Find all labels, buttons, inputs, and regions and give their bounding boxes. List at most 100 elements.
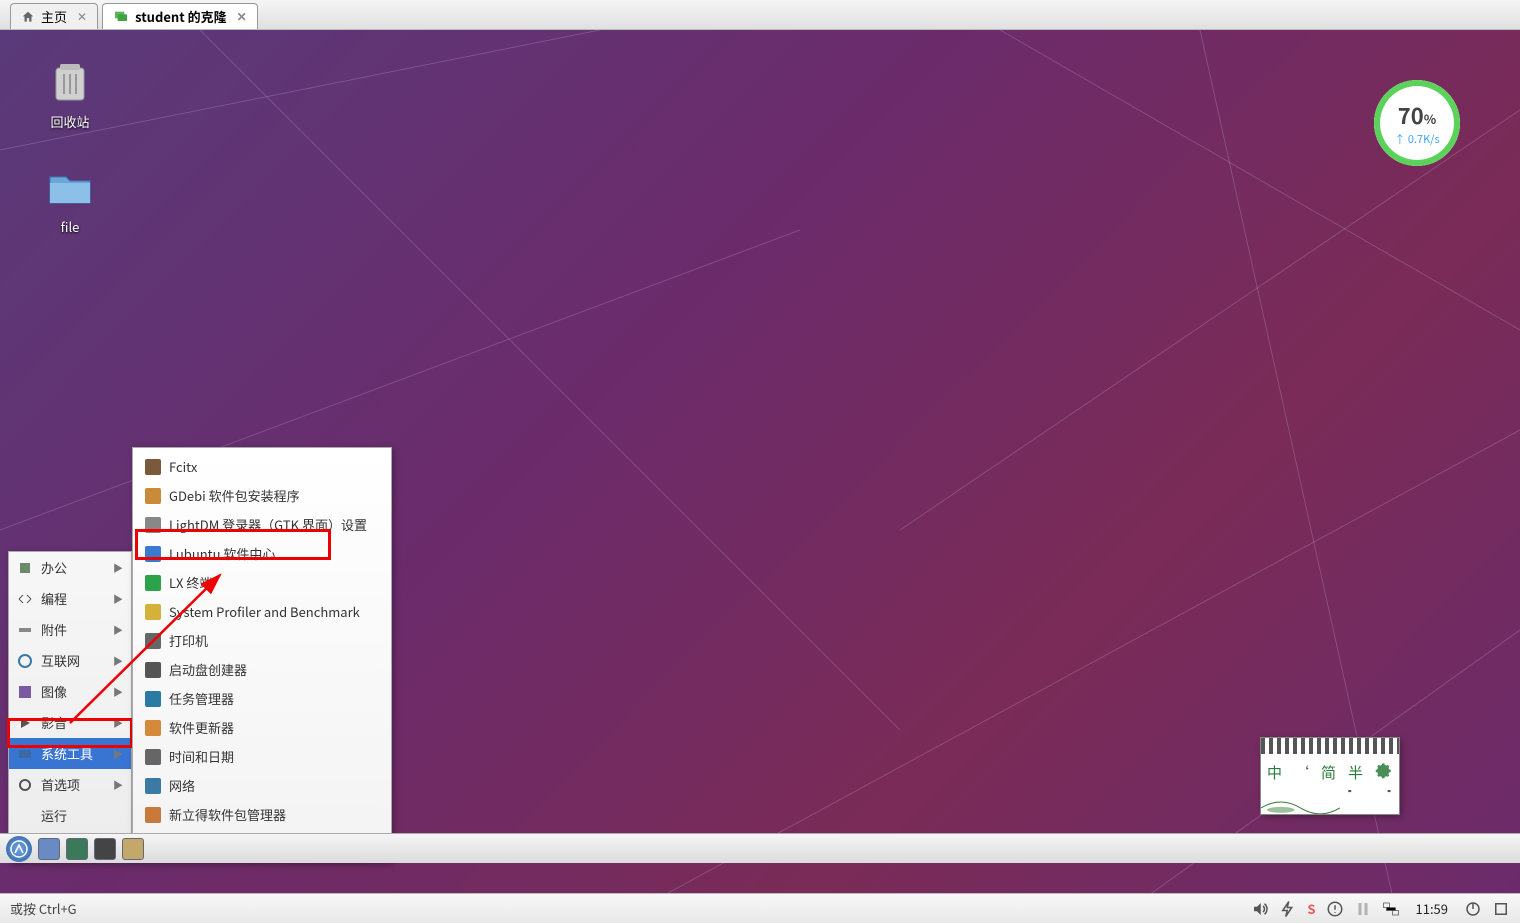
submenu-arrow-icon: ▶: [113, 684, 123, 699]
app-icon: [145, 720, 161, 736]
app-icon: [145, 778, 161, 794]
menu-category-label: 编程: [41, 589, 67, 608]
ime-ban[interactable]: 半: [1348, 762, 1363, 783]
ime-jian[interactable]: 简: [1321, 762, 1336, 783]
ime-zhong[interactable]: 中: [1267, 762, 1282, 783]
prefs-icon: [17, 777, 33, 793]
home-icon: [21, 10, 35, 24]
sogou-tray-icon[interactable]: S: [1307, 899, 1315, 918]
app-icon: [145, 488, 161, 504]
menu-category-label: 互联网: [41, 651, 80, 670]
lxde-panel: [0, 833, 1520, 863]
desktop-icon-file[interactable]: file: [30, 165, 110, 236]
tab-home-close[interactable]: ✕: [77, 8, 87, 25]
volume-icon[interactable]: [1251, 900, 1269, 918]
desktop-icon-file-label: file: [30, 217, 110, 236]
host-clock[interactable]: 11:59: [1416, 899, 1448, 918]
quicklaunch-terminal[interactable]: [94, 838, 116, 860]
desktop-icon-trash-label: 回收站: [30, 112, 110, 131]
shutdown-icon[interactable]: [1464, 900, 1482, 918]
tab-vm-label: student 的克隆: [135, 7, 227, 26]
tab-vm[interactable]: student 的克隆 ✕: [102, 3, 258, 29]
network-icon[interactable]: [1382, 900, 1400, 918]
menu-category-media[interactable]: 影音▶: [9, 707, 131, 738]
submenu-item-label: 新立得软件包管理器: [169, 805, 286, 824]
submenu-item[interactable]: LightDM 登录器（GTK 界面）设置: [133, 510, 391, 539]
tab-home[interactable]: 主页 ✕: [10, 3, 98, 29]
maximize-icon[interactable]: [1492, 900, 1510, 918]
menu-category-prefs[interactable]: 首选项▶: [9, 769, 131, 800]
ime-deco-top: [1261, 738, 1399, 754]
menu-category-office[interactable]: 办公 ▶: [9, 552, 131, 583]
gauge-speed: ↑ 0.7K/s: [1394, 131, 1439, 147]
quicklaunch-filemanager[interactable]: [38, 838, 60, 860]
submenu-item[interactable]: LX 终端: [133, 568, 391, 597]
quicklaunch-browser[interactable]: [66, 838, 88, 860]
app-icon: [145, 517, 161, 533]
menu-category-graphics[interactable]: 图像 ▶: [9, 676, 131, 707]
submenu-item-label: 任务管理器: [169, 689, 234, 708]
submenu-item[interactable]: GDebi 软件包安装程序: [133, 481, 391, 510]
vm-icon: [113, 9, 129, 25]
submenu-item[interactable]: Fcitx: [133, 452, 391, 481]
submenu-arrow-icon: ▶: [113, 560, 123, 575]
submenu-arrow-icon: ▶: [113, 622, 123, 637]
submenu-item[interactable]: 网络: [133, 771, 391, 800]
submenu-item[interactable]: 新立得软件包管理器: [133, 800, 391, 829]
submenu-arrow-icon: ▶: [113, 653, 123, 668]
speed-gauge[interactable]: 70% ↑ 0.7K/s: [1374, 80, 1460, 166]
start-button[interactable]: [6, 836, 32, 862]
ime-widget[interactable]: 中 ‘ 简 半: [1260, 737, 1400, 815]
quicklaunch-show-desktop[interactable]: [122, 838, 144, 860]
ime-status-row: 中 ‘ 简 半: [1261, 754, 1399, 790]
dev-icon: [17, 591, 33, 607]
menu-category-run[interactable]: 运行: [9, 800, 131, 831]
host-hint-text: 或按 Ctrl+G: [10, 899, 77, 918]
menu-category-label: 办公: [41, 558, 67, 577]
app-icon: [145, 749, 161, 765]
tray-separator: [1354, 900, 1372, 918]
graphics-icon: [17, 684, 33, 700]
app-icon: [145, 807, 161, 823]
submenu-arrow-icon: ▶: [113, 591, 123, 606]
menu-category-system[interactable]: 系统工具▶: [9, 738, 131, 769]
folder-icon: [46, 165, 94, 213]
tab-vm-close[interactable]: ✕: [237, 8, 247, 25]
submenu-arrow-icon: ▶: [113, 746, 123, 761]
vm-desktop[interactable]: 回收站 file 70% ↑ 0.7K/s 中 ‘ 简 半 办公▶编程▶附件▶互…: [0, 30, 1520, 893]
submenu-item[interactable]: 打印机: [133, 626, 391, 655]
menu-category-label: 影音: [41, 713, 67, 732]
menu-category-dev[interactable]: 编程 ▶: [9, 583, 131, 614]
internet-icon: [17, 653, 33, 669]
updates-icon[interactable]: [1326, 900, 1344, 918]
host-tray: S 11:59: [1251, 899, 1510, 918]
submenu-item-label: Lubuntu 软件中心: [169, 544, 275, 563]
app-icon: [145, 459, 161, 475]
start-submenu-system-tools: Fcitx GDebi 软件包安装程序 LightDM 登录器（GTK 界面）设置 L…: [132, 447, 392, 863]
submenu-item[interactable]: 软件更新器: [133, 713, 391, 742]
submenu-item[interactable]: 启动盘创建器: [133, 655, 391, 684]
submenu-item[interactable]: Lubuntu 软件中心: [133, 539, 391, 568]
submenu-item-label: 软件更新器: [169, 718, 234, 737]
menu-category-internet[interactable]: 互联网 ▶: [9, 645, 131, 676]
desktop-icon-trash[interactable]: 回收站: [30, 60, 110, 131]
menu-category-accessories[interactable]: 附件 ▶: [9, 614, 131, 645]
lubuntu-logo-icon: [10, 840, 28, 858]
submenu-item-label: LightDM 登录器（GTK 界面）设置: [169, 515, 367, 534]
submenu-item-label: 时间和日期: [169, 747, 234, 766]
ime-punct[interactable]: ‘: [1294, 762, 1309, 783]
submenu-item-label: System Profiler and Benchmark: [169, 602, 360, 621]
submenu-item[interactable]: System Profiler and Benchmark: [133, 597, 391, 626]
submenu-item-label: LX 终端: [169, 573, 212, 592]
submenu-item[interactable]: 任务管理器: [133, 684, 391, 713]
submenu-item[interactable]: 时间和日期: [133, 742, 391, 771]
submenu-item-label: GDebi 软件包安装程序: [169, 486, 300, 505]
ime-gear-icon[interactable]: [1375, 763, 1393, 781]
gauge-percent: 70%: [1398, 99, 1437, 131]
power-icon[interactable]: [1279, 900, 1297, 918]
menu-category-label: 附件: [41, 620, 67, 639]
start-menu: 办公▶编程▶附件▶互联网▶图像▶影音▶系统工具▶首选项▶运行注销: [8, 551, 132, 863]
menu-category-label: 图像: [41, 682, 67, 701]
trash-icon: [46, 60, 94, 108]
submenu-arrow-icon: ▶: [113, 777, 123, 792]
